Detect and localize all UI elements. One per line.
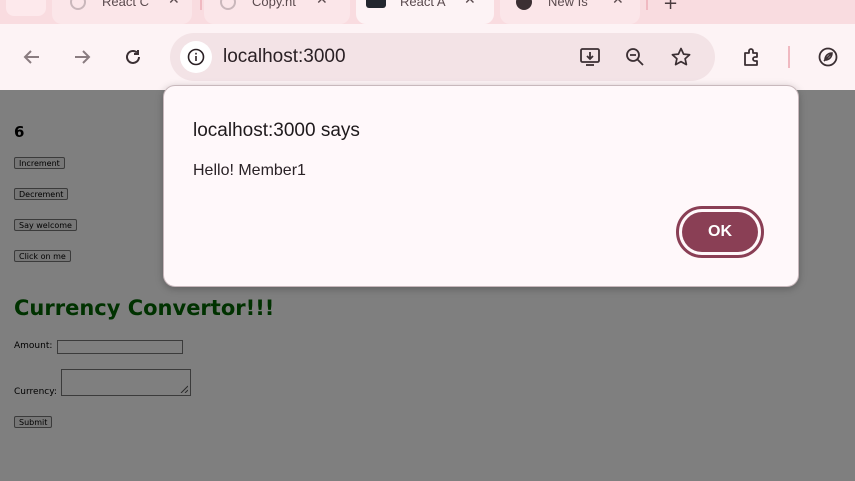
zoom-icon[interactable] [623,45,647,69]
url-text[interactable]: localhost:3000 [223,46,346,68]
reload-icon [126,49,140,64]
ok-button[interactable]: OK [676,206,764,258]
reload-button[interactable] [121,45,145,69]
openai-icon [220,0,236,10]
close-icon[interactable]: ✕ [464,0,476,8]
address-bar[interactable]: localhost:3000 [170,33,715,81]
extensions-icon[interactable] [740,45,764,69]
tab-copy[interactable]: Copy.ht ✕ [204,0,350,24]
tab-new-issue[interactable]: New Is ✕ [500,0,640,24]
arrow-right-icon [75,50,91,64]
tab-react-a[interactable]: React A ✕ [356,0,494,24]
tab-title: React A [400,0,446,9]
forward-button[interactable] [70,45,94,69]
close-icon[interactable]: ✕ [316,0,328,8]
bookmark-star-icon[interactable] [669,45,693,69]
new-tab-icon[interactable]: + [663,0,678,14]
toolbar-divider [788,46,790,68]
tab-strip: React C ✕ Copy.ht ✕ React A ✕ New Is ✕ + [0,0,855,24]
tab-title: Copy.ht [252,0,296,9]
site-info-icon[interactable] [180,41,212,73]
tab-search-button[interactable] [6,0,46,16]
ok-button-label: OK [682,212,758,252]
react-icon [366,0,386,8]
tab-title: New Is [548,0,588,9]
back-button[interactable] [20,45,44,69]
install-app-icon[interactable] [578,45,602,69]
dialog-title: localhost:3000 says [193,120,360,141]
close-icon[interactable]: ✕ [612,0,624,8]
openai-icon [70,0,86,10]
dialog-message: Hello! Member1 [193,162,306,179]
tab-title: React C [102,0,149,9]
arrow-left-icon [23,50,39,64]
close-icon[interactable]: ✕ [168,0,180,8]
alert-dialog: localhost:3000 says Hello! Member1 OK [163,85,799,287]
performance-leaf-icon[interactable] [816,45,840,69]
github-icon [516,0,532,10]
tab-react-c[interactable]: React C ✕ [52,0,192,24]
